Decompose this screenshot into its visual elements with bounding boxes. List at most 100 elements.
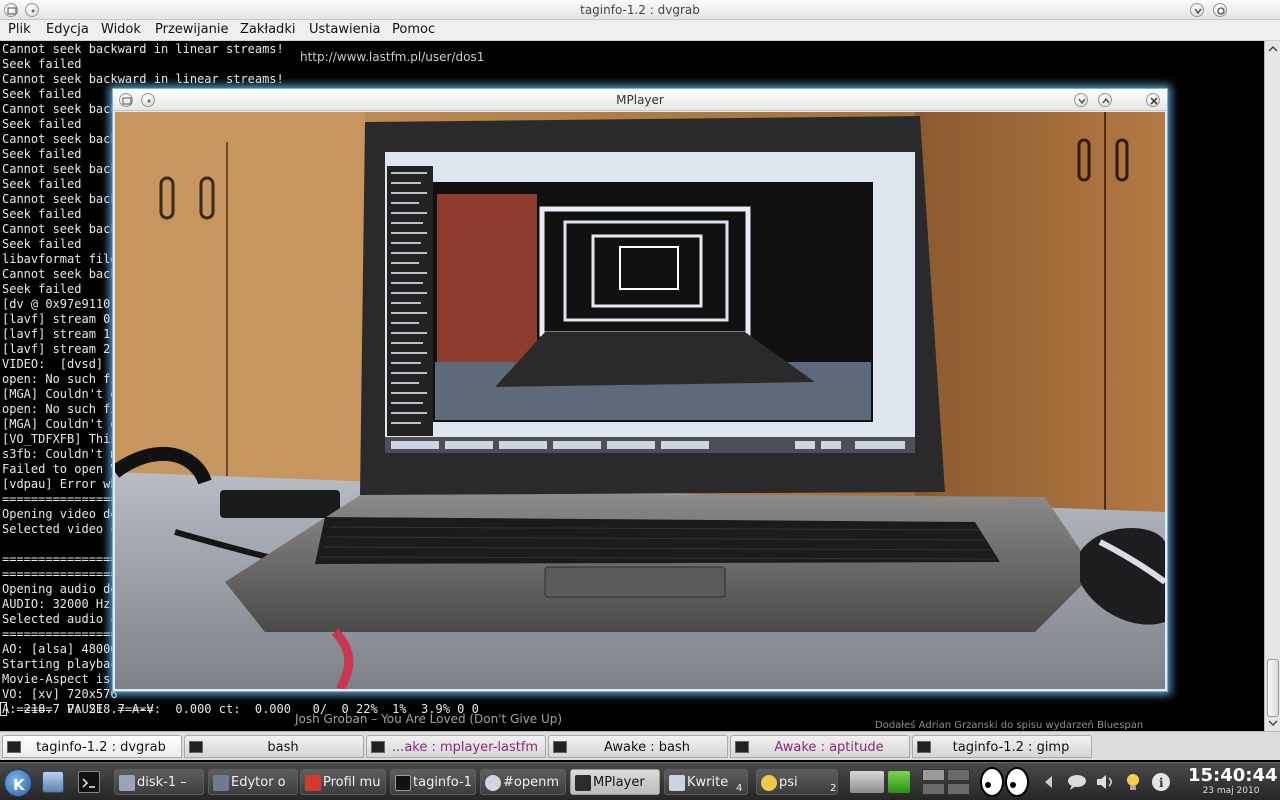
info-icon[interactable]: i — [1150, 771, 1172, 793]
tab-session-bash[interactable]: bash — [184, 735, 364, 758]
terminal-line: Cannot seek backward in linear streams! — [2, 42, 284, 56]
terminal-line: [vdpau] Error wh — [2, 477, 118, 491]
terminal-line: Seek failed — [2, 87, 82, 101]
maximize-button[interactable] — [1213, 3, 1227, 17]
terminal-icon — [395, 775, 411, 791]
maximize-button[interactable] — [1098, 93, 1112, 107]
terminal-line: Cannot seek back — [2, 222, 118, 236]
terminal-line: [lavf] stream 1: — [2, 327, 118, 341]
terminal-icon — [7, 741, 21, 753]
terminal-line: Cannot seek back — [2, 102, 118, 116]
terminal-line: [dv @ 0x97e9110] — [2, 297, 118, 311]
lastfm-icon — [305, 775, 321, 791]
task-lastfm-profile[interactable]: Profil mu — [300, 769, 386, 795]
terminal-icon — [189, 741, 203, 753]
konsole-titlebar[interactable]: taginfo-1.2 : dvgrab — [0, 0, 1280, 20]
menu-bar: Plik Edycja Widok Przewijanie Zakładki U… — [0, 20, 1280, 41]
menu-plik[interactable]: Plik — [8, 22, 31, 37]
network-icon[interactable] — [850, 771, 884, 793]
menu-zakladki[interactable]: Zakładki — [240, 22, 295, 37]
clock-time[interactable]: 15:40:44 — [1188, 765, 1278, 786]
psi-bulb-icon — [761, 775, 777, 791]
terminal-line: Movie-Aspect is — [2, 672, 111, 686]
video-frame[interactable] — [115, 112, 1165, 689]
minimize-button[interactable] — [1074, 93, 1088, 107]
mplayer-titlebar[interactable]: MPlayer — [113, 89, 1167, 111]
menu-ustawienia[interactable]: Ustawienia — [309, 22, 380, 37]
pager-desktop-3[interactable] — [922, 783, 945, 795]
pager-desktop-1[interactable] — [922, 769, 945, 781]
terminal-line: Cannot seek back — [2, 162, 118, 176]
tab-session-dvgrab[interactable]: taginfo-1.2 : dvgrab — [2, 735, 182, 758]
terminal-icon — [917, 741, 931, 753]
konsole-launcher-icon[interactable] — [78, 771, 100, 793]
background-feed-item: Dodałeś Adrian Grzanski do spisu wydarze… — [875, 720, 1144, 731]
task-group-count: 4 — [736, 783, 743, 794]
eyes-applet-icon — [980, 767, 1030, 797]
svg-text:K: K — [13, 776, 26, 794]
menu-edycja[interactable]: Edycja — [46, 22, 89, 37]
terminal-line: ================ — [2, 552, 118, 566]
close-button[interactable] — [1146, 93, 1160, 107]
task-disk[interactable]: disk-1 – — [114, 769, 204, 795]
session-tabs: taginfo-1.2 : dvgrab bash ...ake : mplay… — [0, 731, 1280, 760]
mplayer-icon — [575, 775, 591, 791]
terminal-line: ===== PAUSE ===== — [2, 702, 154, 716]
terminal-line: Cannot seek backward in linear streams! — [2, 72, 284, 86]
menu-pomoc[interactable]: Pomoc — [392, 22, 435, 37]
terminal-icon — [735, 741, 749, 753]
svg-text:i: i — [1159, 776, 1164, 790]
pager-desktop-2[interactable] — [947, 769, 970, 781]
terminal-line: open: No such fi — [2, 372, 118, 386]
mplayer-window: MPlayer — [112, 88, 1168, 692]
folder-icon — [119, 775, 135, 791]
tab-session-gimp[interactable]: taginfo-1.2 : gimp — [912, 735, 1092, 758]
terminal-line: ================ — [2, 627, 118, 641]
desktop-pager[interactable] — [922, 769, 972, 795]
clock-date: 23 maj 2010 — [1202, 786, 1260, 796]
terminal-line: Seek failed — [2, 282, 82, 296]
terminal-line: Seek failed — [2, 57, 82, 71]
task-psi[interactable]: psi — [756, 769, 838, 795]
kde-menu-icon[interactable]: K — [4, 769, 32, 797]
terminal-line: Seek failed — [2, 117, 82, 131]
background-track-title: Josh Groban – You Are Loved (Don't Give … — [295, 712, 563, 726]
terminal-line: Cannot seek back — [2, 192, 118, 206]
terminal-line: ================ — [2, 567, 118, 581]
scroll-up-icon[interactable] — [1268, 44, 1278, 54]
terminal-scrollbar[interactable] — [1264, 41, 1280, 731]
minimize-button[interactable] — [1190, 3, 1204, 17]
terminal-line: [lavf] stream 0: — [2, 312, 118, 326]
scrollbar-thumb[interactable] — [1267, 659, 1279, 717]
terminal-line: open: No such fi — [2, 402, 118, 416]
video-content — [115, 112, 1165, 689]
task-mplayer[interactable]: MPlayer — [570, 769, 660, 795]
terminal-line: libavformat file — [2, 252, 118, 266]
task-editor[interactable]: Edytor o — [208, 769, 298, 795]
tab-session-awake-bash[interactable]: Awake : bash — [548, 735, 728, 758]
task-taginfo[interactable]: taginfo-1 — [390, 769, 476, 795]
menu-widok[interactable]: Widok — [101, 22, 141, 37]
terminal-line: Seek failed — [2, 177, 82, 191]
scroll-down-icon[interactable] — [1268, 718, 1278, 728]
kwrite-icon — [669, 775, 685, 791]
terminal-line: s3fb: Couldn't m — [2, 447, 118, 461]
volume-icon[interactable] — [1094, 771, 1116, 793]
terminal-line: AUDIO: 32000 Hz, — [2, 597, 118, 611]
terminal-line: Cannot seek back — [2, 267, 118, 281]
terminal-line: Opening video de — [2, 507, 118, 521]
task-irc[interactable]: #openm — [480, 769, 566, 795]
lightbulb-icon[interactable] — [1122, 771, 1144, 793]
chat-tray-icon[interactable] — [1066, 771, 1088, 793]
taskbar: K disk-1 – Edytor o Profil mu taginfo-1 … — [0, 762, 1280, 800]
menu-przewijanie[interactable]: Przewijanie — [155, 22, 228, 37]
tab-session-aptitude[interactable]: Awake : aptitude — [730, 735, 910, 758]
terminal-icon — [371, 741, 385, 753]
tab-session-mplayer[interactable]: ...ake : mplayer-lastfm — [366, 735, 546, 758]
battery-icon[interactable] — [888, 771, 910, 793]
tray-arrow-icon[interactable] — [1038, 771, 1060, 793]
terminal-line: [lavf] stream 2: — [2, 342, 118, 356]
pager-desktop-4[interactable] — [947, 783, 970, 795]
desktop-icon[interactable] — [42, 771, 64, 793]
terminal-line: Selected audio c — [2, 612, 118, 626]
